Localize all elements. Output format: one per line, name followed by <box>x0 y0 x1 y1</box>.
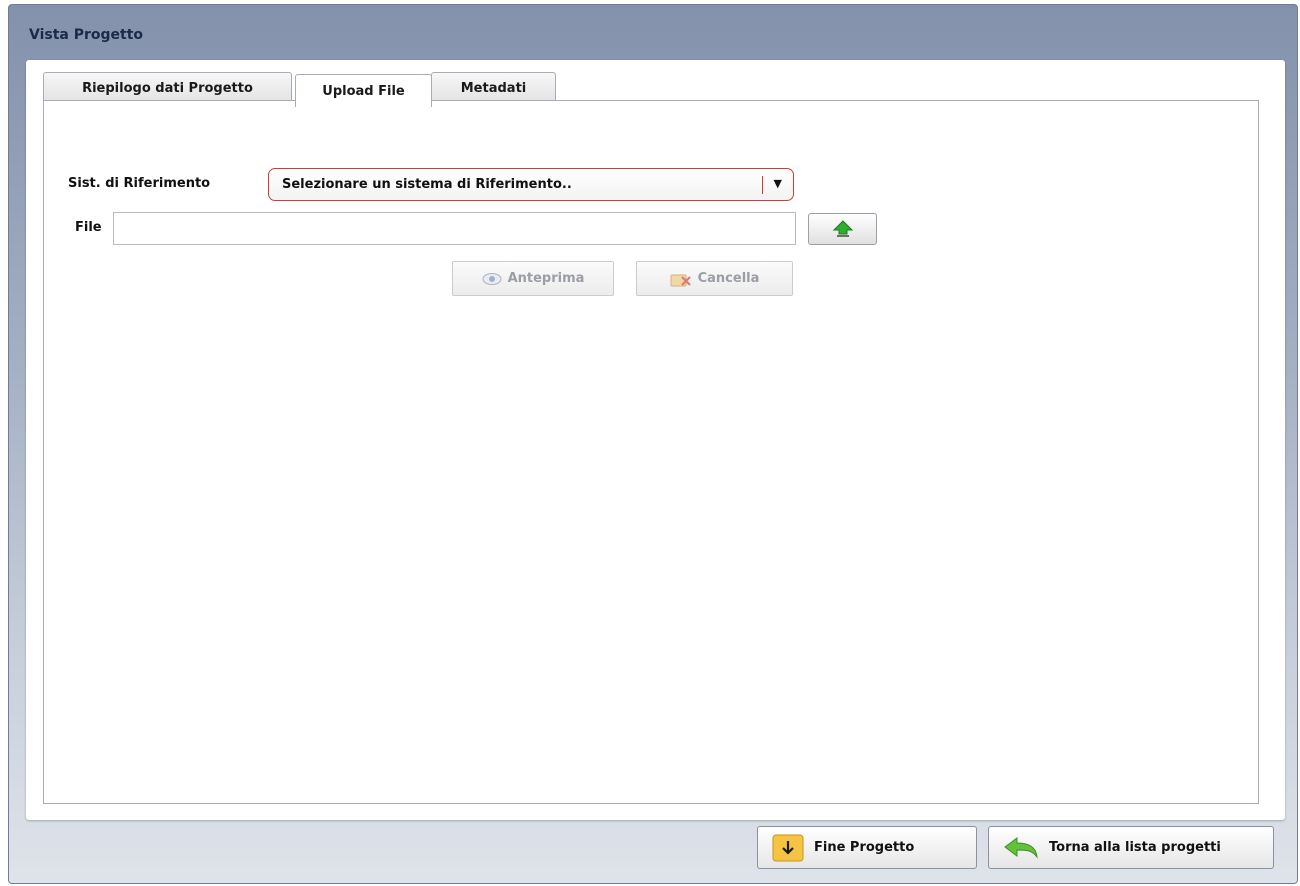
window-title: Vista Progetto <box>29 27 144 43</box>
fine-progetto-button[interactable]: Fine Progetto <box>757 826 977 869</box>
torna-lista-button[interactable]: Torna alla lista progetti <box>988 826 1274 869</box>
eye-icon <box>482 272 502 285</box>
reference-label: Sist. di Riferimento <box>68 176 211 191</box>
tab-upload-file[interactable]: Upload File <box>295 74 432 107</box>
select-separator <box>762 176 763 194</box>
fine-progetto-label: Fine Progetto <box>814 840 915 855</box>
chevron-down-icon[interactable]: ▼ <box>774 177 782 190</box>
file-label: File <box>75 220 102 235</box>
delete-label: Cancella <box>697 271 760 286</box>
reference-select[interactable]: Selezionare un sistema di Riferimento.. … <box>268 168 794 201</box>
file-field[interactable] <box>113 212 796 245</box>
delete-button[interactable]: Cancella <box>636 261 793 296</box>
upload-button[interactable] <box>808 213 877 245</box>
preview-button[interactable]: Anteprima <box>452 261 614 296</box>
upload-arrow-icon <box>832 220 853 237</box>
preview-label: Anteprima <box>507 271 585 286</box>
back-arrow-icon <box>1004 836 1038 859</box>
upload-tab-content: Sist. di Riferimento Selezionare un sist… <box>43 100 1259 804</box>
torna-lista-label: Torna alla lista progetti <box>1049 840 1221 855</box>
main-panel: Riepilogo dati Progetto Upload File Meta… <box>26 60 1285 820</box>
reference-select-value: Selezionare un sistema di Riferimento.. <box>282 177 572 192</box>
delete-folder-icon <box>670 274 691 286</box>
project-window: Vista Progetto Riepilogo dati Progetto U… <box>8 4 1298 884</box>
download-arrow-icon <box>772 834 804 861</box>
